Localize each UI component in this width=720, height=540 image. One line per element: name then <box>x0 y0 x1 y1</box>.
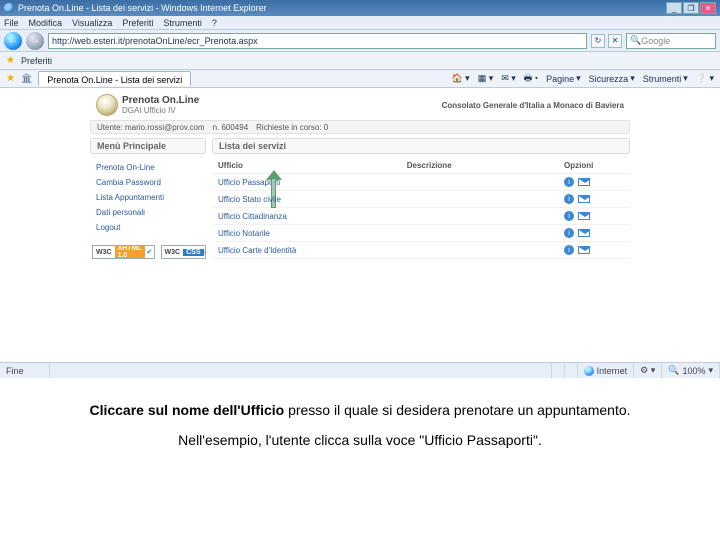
mail-icon[interactable] <box>578 195 590 203</box>
menu-prenota[interactable]: Prenota On-Line <box>94 160 202 175</box>
toolbar-security[interactable]: Sicurezza ▾ <box>589 71 635 87</box>
emblem-icon <box>96 94 118 116</box>
mail-icon[interactable] <box>578 212 590 220</box>
mail-icon[interactable] <box>578 246 590 254</box>
status-cell <box>539 363 552 378</box>
table-row: Ufficio Carte d'Identità i <box>212 242 630 259</box>
close-button[interactable]: ✕ <box>700 2 716 14</box>
info-icon[interactable]: i <box>564 228 574 238</box>
print-button[interactable]: 🖶 ▾ <box>524 71 538 87</box>
xhtml-badge[interactable]: W3CXHTML 1.0✔ <box>92 245 155 259</box>
mail-icon[interactable] <box>578 229 590 237</box>
address-bar: ← → http://web.esteri.it/prenotaOnLine/e… <box>0 30 720 52</box>
tab-bar: ★ 🏛️ Prenota On.Line - Lista dei servizi… <box>0 70 720 88</box>
mail-icon[interactable] <box>578 178 590 186</box>
menu-file[interactable]: File <box>4 18 19 28</box>
info-icon[interactable]: i <box>564 245 574 255</box>
status-zone: Internet <box>578 363 635 378</box>
validator-badges: W3CXHTML 1.0✔ W3CCSS✔ <box>92 245 206 259</box>
feeds-button[interactable]: ▦ ▾ <box>478 71 494 87</box>
favorites-star-icon[interactable]: ★ <box>6 55 15 66</box>
maximize-button[interactable]: ❐ <box>683 2 699 14</box>
ie-icon <box>4 3 14 13</box>
favorites-bar: ★ Preferiti <box>0 52 720 70</box>
menu-lista-appuntamenti[interactable]: Lista Appuntamenti <box>94 190 202 205</box>
toolbar-tools[interactable]: Strumenti ▾ <box>643 71 688 87</box>
status-cell <box>552 363 565 378</box>
consulate-name: Consolato Generale d'Italia a Monaco di … <box>442 101 624 110</box>
toolbar-pages[interactable]: Pagine ▾ <box>546 71 581 87</box>
status-done: Fine <box>0 363 50 378</box>
user-bar: Utente: mario.rossi@prov.com n. 600494 R… <box>90 120 630 134</box>
menu-view[interactable]: Visualizza <box>72 18 112 28</box>
table-row: Ufficio Stato civile i <box>212 191 630 208</box>
protected-mode: ⚙ ▾ <box>634 363 662 378</box>
service-link-stato-civile[interactable]: Ufficio Stato civile <box>218 195 407 204</box>
search-placeholder: Google <box>641 36 670 46</box>
search-input[interactable]: 🔍 Google <box>626 33 716 49</box>
menu-edit[interactable]: Modifica <box>29 18 63 28</box>
menu-favorites[interactable]: Preferiti <box>122 18 153 28</box>
menu-bar: File Modifica Visualizza Preferiti Strum… <box>0 16 720 30</box>
pending-label: Richieste in corso: 0 <box>256 123 328 132</box>
col-ufficio: Ufficio <box>218 161 407 170</box>
back-button[interactable]: ← <box>4 32 22 50</box>
service-link-passaporti[interactable]: Ufficio Passaporti <box>218 178 407 187</box>
toolbar-help[interactable]: ❔ ▾ <box>696 71 714 87</box>
css-badge[interactable]: W3CCSS✔ <box>161 245 206 259</box>
fav-add-icon[interactable]: ★ <box>6 73 15 84</box>
table-header: Ufficio Descrizione Opzioni <box>212 158 630 174</box>
window-title: Prenota On.Line - Lista dei servizi - Wi… <box>18 3 666 13</box>
col-opzioni: Opzioni <box>564 161 624 170</box>
brand-title: Prenota On.Line <box>122 95 199 106</box>
service-link-cittadinanza[interactable]: Ufficio Cittadinanza <box>218 212 407 221</box>
info-icon[interactable]: i <box>564 177 574 187</box>
menu-dati-personali[interactable]: Dati personali <box>94 205 202 220</box>
caption-line-2: Nell'esempio, l'utente clicca sulla voce… <box>8 432 712 448</box>
col-descrizione: Descrizione <box>407 161 564 170</box>
favorites-label[interactable]: Preferiti <box>21 56 52 66</box>
table-row: Ufficio Cittadinanza i <box>212 208 630 225</box>
url-field[interactable]: http://web.esteri.it/prenotaOnLine/ecr_P… <box>48 33 587 49</box>
status-bar: Fine Internet ⚙ ▾ 🔍 100% ▾ <box>0 362 720 378</box>
left-panel-title: Menù Principale <box>90 138 206 154</box>
zoom-level[interactable]: 🔍 100% ▾ <box>662 363 720 378</box>
brand-subtitle: DGAI Ufficio IV <box>122 106 199 115</box>
user-label: Utente: mario.rossi@prov.com <box>97 123 205 132</box>
forward-button[interactable]: → <box>26 32 44 50</box>
status-cell <box>565 363 578 378</box>
menu-help[interactable]: ? <box>212 18 217 28</box>
table-row: Ufficio Passaporti i <box>212 174 630 191</box>
slide-caption: Cliccare sul nome dell'Ufficio presso il… <box>0 390 720 540</box>
mail-button[interactable]: ✉ ▾ <box>501 71 516 87</box>
info-icon[interactable]: i <box>564 211 574 221</box>
service-link-carte-identita[interactable]: Ufficio Carte d'Identità <box>218 246 407 255</box>
user-code: n. 600494 <box>213 123 249 132</box>
menu-cambia-password[interactable]: Cambia Password <box>94 175 202 190</box>
service-link-notarile[interactable]: Ufficio Notarile <box>218 229 407 238</box>
globe-icon <box>584 366 594 376</box>
brand-header: Prenota On.Line DGAI Ufficio IV Consolat… <box>90 94 630 120</box>
home-button[interactable]: 🏠 ▾ <box>451 71 469 87</box>
url-text: http://web.esteri.it/prenotaOnLine/ecr_P… <box>52 36 258 46</box>
menu-logout[interactable]: Logout <box>94 220 202 235</box>
info-icon[interactable]: i <box>564 194 574 204</box>
right-panel-title: Lista dei servizi <box>212 138 630 154</box>
window-titlebar: Prenota On.Line - Lista dei servizi - Wi… <box>0 0 720 16</box>
minimize-button[interactable]: _ <box>666 2 682 14</box>
browser-tab[interactable]: Prenota On.Line - Lista dei servizi <box>38 71 191 86</box>
emblem-small-icon: 🏛️ <box>21 73 32 84</box>
stop-button[interactable]: ✕ <box>608 34 622 48</box>
page-viewport: Prenota On.Line DGAI Ufficio IV Consolat… <box>0 88 720 388</box>
menu-tools[interactable]: Strumenti <box>163 18 202 28</box>
tab-label: Prenota On.Line - Lista dei servizi <box>47 75 182 85</box>
caption-line-1: Cliccare sul nome dell'Ufficio presso il… <box>8 402 712 418</box>
refresh-button[interactable]: ↻ <box>591 34 605 48</box>
table-row: Ufficio Notarile i <box>212 225 630 242</box>
